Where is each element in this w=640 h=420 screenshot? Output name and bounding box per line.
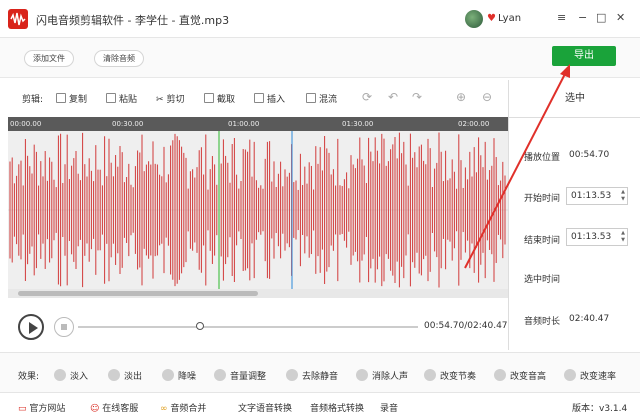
pitch-label: 改变音高 bbox=[510, 372, 547, 382]
denoise-button[interactable]: 降噪 bbox=[162, 369, 196, 382]
fade-out-button[interactable]: 淡出 bbox=[108, 369, 142, 382]
support-label: 在线客服 bbox=[102, 404, 139, 414]
merge-label: 音频合并 bbox=[170, 404, 207, 414]
footer-bar: ▭ 官方网站 ☺ 在线客服 ∞ 音频合并 文字语音转换 音频格式转换 录音 版本… bbox=[0, 392, 640, 420]
volume-icon bbox=[214, 369, 226, 381]
volume-label: 音量调整 bbox=[230, 372, 267, 382]
fade-in-label: 淡入 bbox=[70, 372, 89, 382]
monitor-icon: ▭ bbox=[18, 404, 27, 414]
speed-label: 改变速率 bbox=[580, 372, 617, 382]
website-link[interactable]: ▭ 官方网站 bbox=[18, 401, 65, 414]
remove-silence-label: 去除静音 bbox=[302, 372, 339, 382]
effects-label: 效果: bbox=[18, 372, 40, 382]
denoise-label: 降噪 bbox=[178, 372, 197, 382]
remove-silence-button[interactable]: 去除静音 bbox=[286, 369, 338, 382]
pitch-button[interactable]: 改变音高 bbox=[494, 369, 546, 382]
denoise-icon bbox=[162, 369, 174, 381]
merge-link[interactable]: ∞ 音频合并 bbox=[160, 401, 206, 414]
remove-vocal-button[interactable]: 消除人声 bbox=[356, 369, 408, 382]
speed-button[interactable]: 改变速率 bbox=[564, 369, 616, 382]
effects-bar: 效果: 淡入 淡出 降噪 音量调整 去除静音 消除人声 改变节奏 改变音高 改变… bbox=[0, 352, 640, 392]
volume-button[interactable]: 音量调整 bbox=[214, 369, 266, 382]
fade-out-icon bbox=[108, 369, 120, 381]
link-icon: ∞ bbox=[160, 404, 168, 414]
remove-silence-icon bbox=[286, 369, 298, 381]
tempo-label: 改变节奏 bbox=[440, 372, 477, 382]
tts-link[interactable]: 文字语音转换 bbox=[238, 401, 292, 414]
tempo-button[interactable]: 改变节奏 bbox=[424, 369, 476, 382]
tempo-icon bbox=[424, 369, 436, 381]
remove-vocal-label: 消除人声 bbox=[372, 372, 409, 382]
format-link[interactable]: 音频格式转换 bbox=[310, 401, 364, 414]
pitch-icon bbox=[494, 369, 506, 381]
support-icon: ☺ bbox=[90, 404, 100, 414]
support-link[interactable]: ☺ 在线客服 bbox=[90, 401, 138, 414]
fade-in-icon bbox=[54, 369, 66, 381]
record-link[interactable]: 录音 bbox=[380, 401, 398, 414]
remove-vocal-icon bbox=[356, 369, 368, 381]
speed-icon bbox=[564, 369, 576, 381]
fade-out-label: 淡出 bbox=[124, 372, 143, 382]
fade-in-button[interactable]: 淡入 bbox=[54, 369, 88, 382]
version-label: 版本：v3.1.4 bbox=[572, 404, 628, 414]
website-label: 官方网站 bbox=[29, 404, 66, 414]
